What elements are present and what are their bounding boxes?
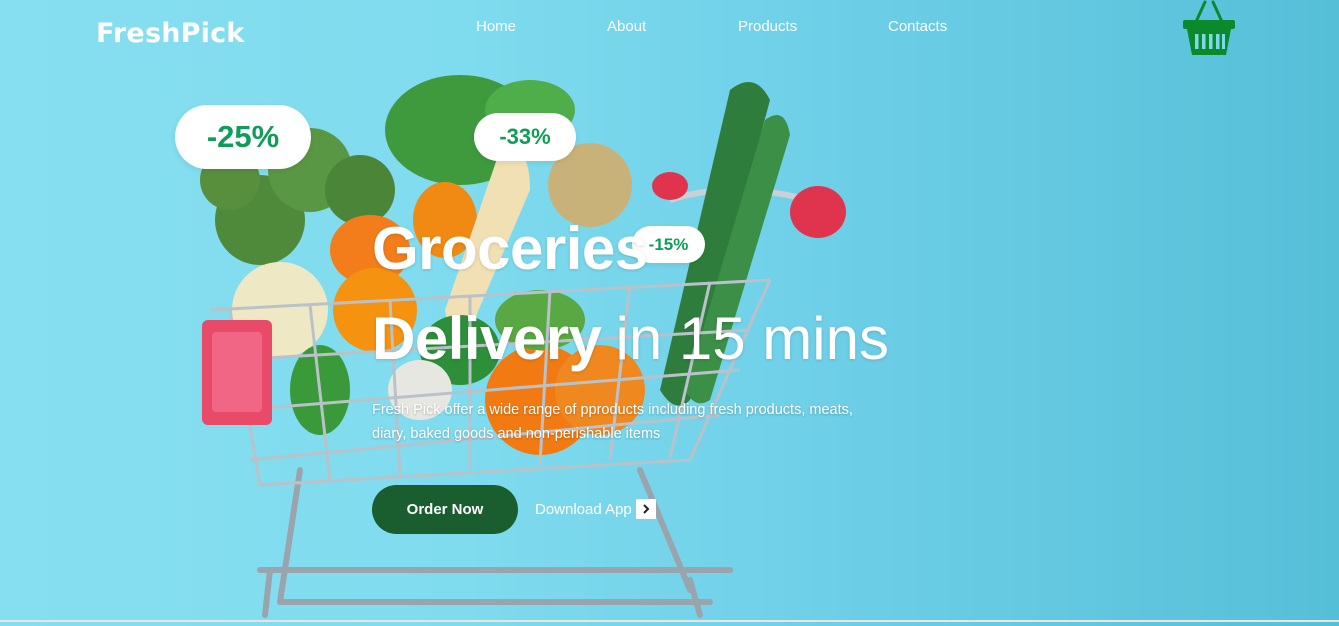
shopping-basket-icon[interactable] [1181,0,1237,58]
nav-home[interactable]: Home [476,18,516,35]
order-now-button[interactable]: Order Now [372,485,518,534]
nav-contacts[interactable]: Contacts [888,18,947,35]
hero-subtitle: Delivery in 15 mins [372,303,889,375]
discount-badge: -25% [175,105,311,169]
discount-badge: -33% [474,113,576,161]
brand-logo[interactable]: FreshPick [96,18,244,49]
hero-subtitle-light: in 15 mins [615,305,889,372]
download-app-link[interactable]: Download App [535,499,656,519]
chevron-right-icon [635,499,656,519]
nav-about[interactable]: About [607,18,646,35]
nav-products[interactable]: Products [738,18,797,35]
hero-title: Groceries [372,215,648,282]
download-app-label: Download App [535,500,632,518]
hero-subtitle-strong: Delivery [372,305,602,372]
hero-description: Fresh Pick offer a wide range of pproduc… [372,402,853,442]
